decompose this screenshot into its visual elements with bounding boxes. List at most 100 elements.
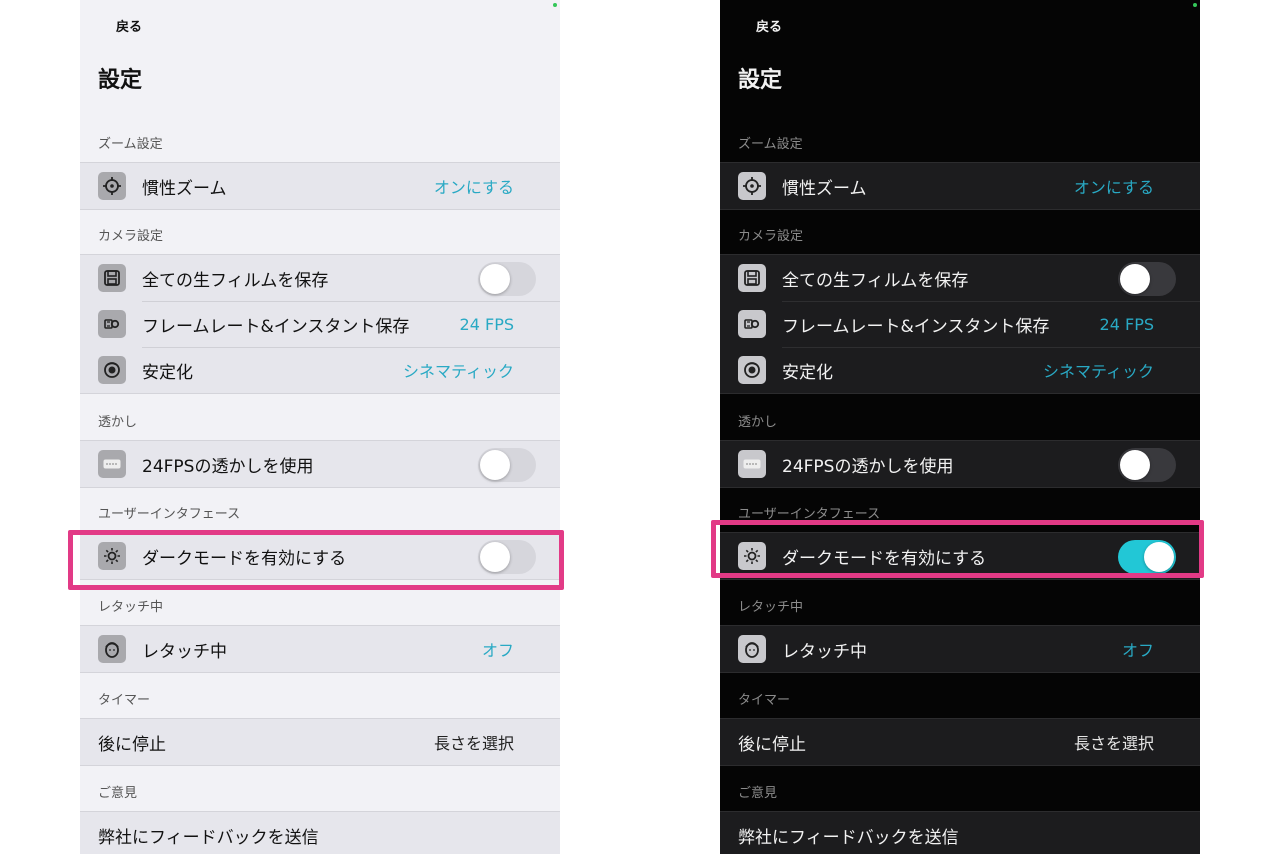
row-label: 24FPSの透かしを使用 [142, 456, 314, 477]
section-header-retouch: レタッチ中 [738, 600, 804, 615]
row-label: レタッチ中 [782, 641, 867, 662]
section-header-watermark: 透かし [738, 415, 778, 430]
row-value: シネマティック [1042, 362, 1154, 381]
row-value: オンにする [1073, 178, 1154, 197]
crosshair-icon [738, 172, 766, 200]
chevron-right-icon [522, 733, 534, 751]
settings-screen-light: 戻る 設定 ズーム設定 慣性ズーム オンにする カメラ設定 全ての生フィルムを保… [80, 0, 560, 854]
row-framerate[interactable]: フレームレート&インスタント保存 24 FPS [80, 301, 560, 347]
watermark-icon [98, 450, 126, 478]
save-icon [738, 264, 766, 292]
group-timer: 後に停止 長さを選択 [80, 718, 560, 766]
row-label: 後に停止 [738, 734, 806, 755]
status-indicator-dot [553, 3, 557, 7]
chevron-right-icon [1162, 733, 1174, 751]
chevron-right-icon [1162, 826, 1174, 844]
row-label: フレームレート&インスタント保存 [142, 316, 410, 337]
group-zoom: 慣性ズーム オンにする [80, 162, 560, 210]
row-value: オフ [1121, 641, 1154, 660]
watermark-icon [738, 450, 766, 478]
row-send-feedback[interactable]: 弊社にフィードバックを送信 [720, 812, 1200, 854]
row-stop-after[interactable]: 後に停止 長さを選択 [720, 719, 1200, 765]
group-zoom: 慣性ズーム オンにする [720, 162, 1200, 210]
save-raw-toggle[interactable] [478, 262, 536, 296]
page-title: 設定 [98, 68, 143, 93]
row-label: 安定化 [782, 362, 833, 383]
highlight-box-light [68, 530, 564, 590]
watermark-toggle[interactable] [478, 448, 536, 482]
group-camera: 全ての生フィルムを保存 フレームレート&インスタント保存 24 FPS 安定化 … [720, 254, 1200, 394]
section-header-feedback: ご意見 [738, 786, 778, 801]
row-retouch[interactable]: レタッチ中 オフ [80, 626, 560, 672]
status-indicator-dot [1193, 3, 1197, 7]
section-header-zoom: ズーム設定 [98, 137, 163, 152]
stabilize-icon [98, 356, 126, 384]
toggle-knob [1120, 450, 1150, 480]
watermark-toggle[interactable] [1118, 448, 1176, 482]
face-icon [98, 635, 126, 663]
back-button[interactable]: 戻る [96, 12, 142, 38]
group-feedback: 弊社にフィードバックを送信 [720, 811, 1200, 854]
section-header-retouch: レタッチ中 [98, 600, 164, 615]
section-header-zoom: ズーム設定 [738, 137, 803, 152]
row-retouch[interactable]: レタッチ中 オフ [720, 626, 1200, 672]
chevron-right-icon [522, 826, 534, 844]
group-camera: 全ての生フィルムを保存 フレームレート&インスタント保存 24 FPS 安定化 … [80, 254, 560, 394]
row-label: 弊社にフィードバックを送信 [738, 827, 959, 848]
chevron-right-icon [1162, 361, 1174, 379]
face-icon [738, 635, 766, 663]
section-header-camera: カメラ設定 [738, 229, 804, 244]
group-watermark: 24FPSの透かしを使用 [80, 440, 560, 488]
row-label: フレームレート&インスタント保存 [782, 316, 1050, 337]
row-label: 24FPSの透かしを使用 [782, 456, 954, 477]
row-label: 全ての生フィルムを保存 [142, 270, 329, 291]
back-button[interactable]: 戻る [736, 12, 782, 38]
chevron-right-icon [522, 640, 534, 658]
chevron-right-icon [522, 315, 534, 333]
row-value: 24 FPS [459, 314, 514, 334]
section-header-timer: タイマー [738, 693, 791, 708]
toggle-knob [480, 450, 510, 480]
row-label: 弊社にフィードバックを送信 [98, 827, 319, 848]
row-framerate[interactable]: フレームレート&インスタント保存 24 FPS [720, 301, 1200, 347]
group-feedback: 弊社にフィードバックを送信 [80, 811, 560, 854]
chevron-right-icon [522, 361, 534, 379]
chevron-right-icon [522, 177, 534, 195]
film-reel-icon [738, 310, 766, 338]
toggle-knob [480, 264, 510, 294]
highlight-box-dark [711, 520, 1204, 578]
group-retouch: レタッチ中 オフ [80, 625, 560, 673]
row-stabilize[interactable]: 安定化 シネマティック [720, 347, 1200, 393]
row-label: 全ての生フィルムを保存 [782, 270, 969, 291]
film-reel-icon [98, 310, 126, 338]
row-label: レタッチ中 [142, 641, 227, 662]
row-inertia-zoom[interactable]: 慣性ズーム オンにする [80, 163, 560, 209]
row-save-raw: 全ての生フィルムを保存 [80, 255, 560, 301]
chevron-right-icon [1162, 315, 1174, 333]
row-label: 慣性ズーム [142, 178, 227, 199]
group-retouch: レタッチ中 オフ [720, 625, 1200, 673]
row-use-watermark: 24FPSの透かしを使用 [80, 441, 560, 487]
row-stop-after[interactable]: 後に停止 長さを選択 [80, 719, 560, 765]
row-label: 安定化 [142, 362, 193, 383]
row-send-feedback[interactable]: 弊社にフィードバックを送信 [80, 812, 560, 854]
chevron-left-icon [96, 12, 112, 38]
chevron-right-icon [1162, 177, 1174, 195]
back-label: 戻る [756, 19, 783, 35]
group-watermark: 24FPSの透かしを使用 [720, 440, 1200, 488]
save-icon [98, 264, 126, 292]
row-value: 24 FPS [1099, 314, 1154, 334]
crosshair-icon [98, 172, 126, 200]
save-raw-toggle[interactable] [1118, 262, 1176, 296]
section-header-ui: ユーザーインタフェース [98, 507, 241, 522]
page-title: 設定 [738, 68, 783, 93]
row-value: 長さを選択 [433, 734, 514, 753]
row-stabilize[interactable]: 安定化 シネマティック [80, 347, 560, 393]
back-label: 戻る [116, 19, 143, 35]
row-inertia-zoom[interactable]: 慣性ズーム オンにする [720, 163, 1200, 209]
row-value: シネマティック [402, 362, 514, 381]
toggle-knob [1120, 264, 1150, 294]
row-label: 慣性ズーム [782, 178, 867, 199]
section-header-watermark: 透かし [98, 415, 138, 430]
row-value: 長さを選択 [1073, 734, 1154, 753]
